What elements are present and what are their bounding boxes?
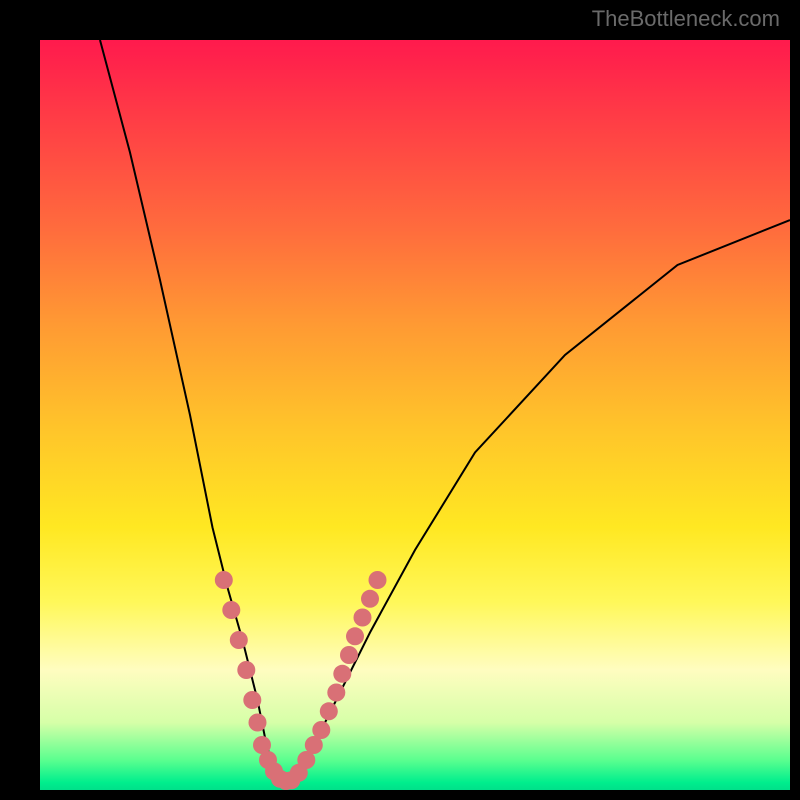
dots-group [215, 571, 387, 790]
highlight-dot [340, 646, 358, 664]
highlight-dot [320, 702, 338, 720]
highlight-dot [333, 665, 351, 683]
highlight-dot [237, 661, 255, 679]
highlight-dot [249, 714, 267, 732]
watermark-text: TheBottleneck.com [592, 6, 780, 32]
chart-svg [40, 40, 790, 790]
highlight-dot [327, 684, 345, 702]
highlight-dot [361, 590, 379, 608]
highlight-dot [215, 571, 233, 589]
bottleneck-curve [100, 40, 790, 783]
curve-group [100, 40, 790, 783]
highlight-dot [369, 571, 387, 589]
plot-gradient-area [40, 40, 790, 790]
highlight-dot [243, 691, 261, 709]
highlight-dot [222, 601, 240, 619]
highlight-dot [346, 627, 364, 645]
highlight-dot [230, 631, 248, 649]
highlight-dot [312, 721, 330, 739]
highlight-dot [354, 609, 372, 627]
